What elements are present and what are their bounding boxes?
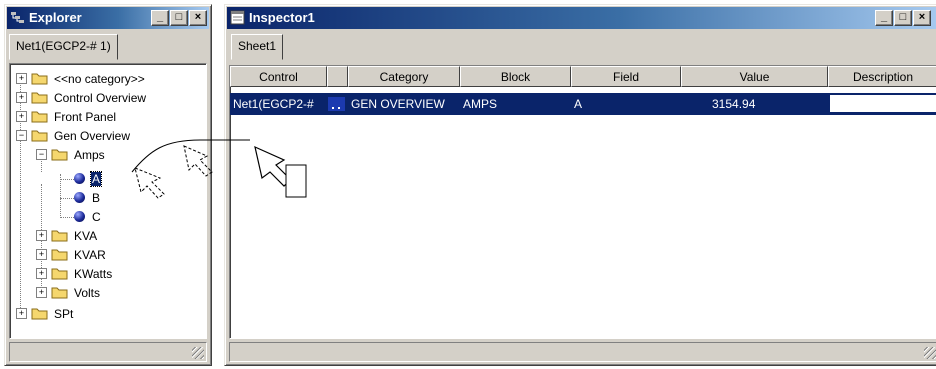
tree-label: KVAR (74, 247, 106, 262)
inspector-statusbar (229, 342, 936, 362)
tree-label: C (92, 209, 101, 224)
folder-icon (51, 268, 68, 280)
inspector-window: Inspector1 _ □ × Sheet1 Control Category… (224, 4, 936, 366)
folder-icon (31, 73, 48, 85)
tree-label: SPt (54, 306, 74, 321)
point-icon (74, 211, 85, 222)
cell-browse-button[interactable] (327, 93, 346, 115)
ellipsis-icon (328, 97, 345, 111)
tree-item-kvar[interactable]: + KVAR (36, 245, 107, 264)
tree-item-kwatts[interactable]: + KWatts (36, 264, 113, 283)
explorer-statusbar (9, 342, 207, 362)
tree-item-c[interactable]: C (74, 207, 102, 226)
cell-description[interactable] (830, 95, 936, 112)
tree-label: Control Overview (54, 90, 147, 105)
folder-icon (31, 111, 48, 123)
tree-label: A (89, 170, 103, 187)
tree-item-control-overview[interactable]: + Control Overview (16, 88, 147, 107)
tree-label: <<no category>> (54, 71, 145, 86)
explorer-title: Explorer (29, 10, 82, 25)
maximize-button[interactable]: □ (894, 10, 912, 26)
inspector-title: Inspector1 (249, 10, 315, 25)
column-header-category[interactable]: Category (348, 66, 460, 87)
cell-control[interactable]: Net1(EGCP2-# (233, 93, 325, 115)
tab-sheet1[interactable]: Sheet1 (231, 34, 284, 60)
tree-label: Front Panel (54, 109, 117, 124)
collapse-icon[interactable]: − (16, 130, 27, 141)
cell-block[interactable]: AMPS (463, 93, 569, 115)
tree-item-a[interactable]: A (74, 169, 103, 188)
folder-open-icon (31, 130, 48, 142)
close-button[interactable]: × (913, 10, 931, 26)
folder-icon (51, 249, 68, 261)
folder-icon (51, 287, 68, 299)
point-icon (74, 192, 85, 203)
column-header-blank[interactable] (327, 66, 348, 87)
cell-field[interactable]: A (574, 93, 678, 115)
resize-grip-icon[interactable] (924, 347, 936, 359)
tree-item-spt[interactable]: + SPt (16, 304, 74, 323)
cell-category[interactable]: GEN OVERVIEW (351, 93, 459, 115)
cell-value[interactable]: 3154.94 (712, 93, 826, 115)
tree-item-amps[interactable]: − Amps (36, 145, 106, 164)
folder-open-icon (51, 149, 68, 161)
column-header-value[interactable]: Value (681, 66, 828, 87)
minimize-button[interactable]: _ (151, 10, 169, 26)
tree-label: KWatts (74, 266, 113, 281)
tree-connector (60, 179, 74, 180)
tree-label: Gen Overview (54, 128, 131, 143)
folder-icon (31, 92, 48, 104)
table-row[interactable]: Net1(EGCP2-# GEN OVERVIEW AMPS A 3154.94 (230, 93, 936, 115)
tree-item-b[interactable]: B (74, 188, 101, 207)
tree-connector (60, 174, 61, 218)
tab-net1[interactable]: Net1(EGCP2-# 1) (9, 34, 118, 60)
tree-item-kva[interactable]: + KVA (36, 226, 98, 245)
expand-icon[interactable]: + (36, 268, 47, 279)
minimize-button[interactable]: _ (875, 10, 893, 26)
tree-connector (60, 198, 74, 199)
expand-icon[interactable]: + (16, 92, 27, 103)
tree-item-gen-overview[interactable]: − Gen Overview (16, 126, 131, 145)
tree-label: Amps (74, 147, 105, 162)
tree-item-front-panel[interactable]: + Front Panel (16, 107, 117, 126)
expand-icon[interactable]: + (16, 73, 27, 84)
column-header-control[interactable]: Control (230, 66, 327, 87)
maximize-button[interactable]: □ (170, 10, 188, 26)
close-button[interactable]: × (189, 10, 207, 26)
tree-label: B (92, 190, 101, 205)
column-header-description[interactable]: Description (828, 66, 936, 87)
resize-grip-icon[interactable] (192, 347, 204, 359)
inspector-grid: Control Category Block Field Value Descr… (229, 65, 936, 339)
explorer-app-icon (11, 12, 24, 23)
explorer-tree-panel: + <<no category>> + Control Overview + F… (9, 63, 207, 339)
expand-icon[interactable]: + (36, 249, 47, 260)
column-header-field[interactable]: Field (571, 66, 681, 87)
inspector-app-icon (230, 10, 245, 25)
tree-connector (60, 217, 74, 218)
expand-icon[interactable]: + (16, 308, 27, 319)
tree-item-no-category[interactable]: + <<no category>> (16, 69, 146, 88)
collapse-icon[interactable]: − (36, 149, 47, 160)
expand-icon[interactable]: + (16, 111, 27, 122)
folder-icon (31, 308, 48, 320)
tree-label: KVA (74, 228, 98, 243)
expand-icon[interactable]: + (36, 287, 47, 298)
expand-icon[interactable]: + (36, 230, 47, 241)
tree-label: Volts (74, 285, 101, 300)
explorer-window: Explorer _ □ × Net1(EGCP2-# 1) + <<no ca… (4, 4, 212, 366)
explorer-titlebar[interactable]: Explorer _ □ × (7, 7, 209, 29)
folder-icon (51, 230, 68, 242)
column-header-block[interactable]: Block (460, 66, 571, 87)
inspector-titlebar[interactable]: Inspector1 _ □ × (227, 7, 936, 29)
tree-item-volts[interactable]: + Volts (36, 283, 101, 302)
point-icon (74, 173, 85, 184)
